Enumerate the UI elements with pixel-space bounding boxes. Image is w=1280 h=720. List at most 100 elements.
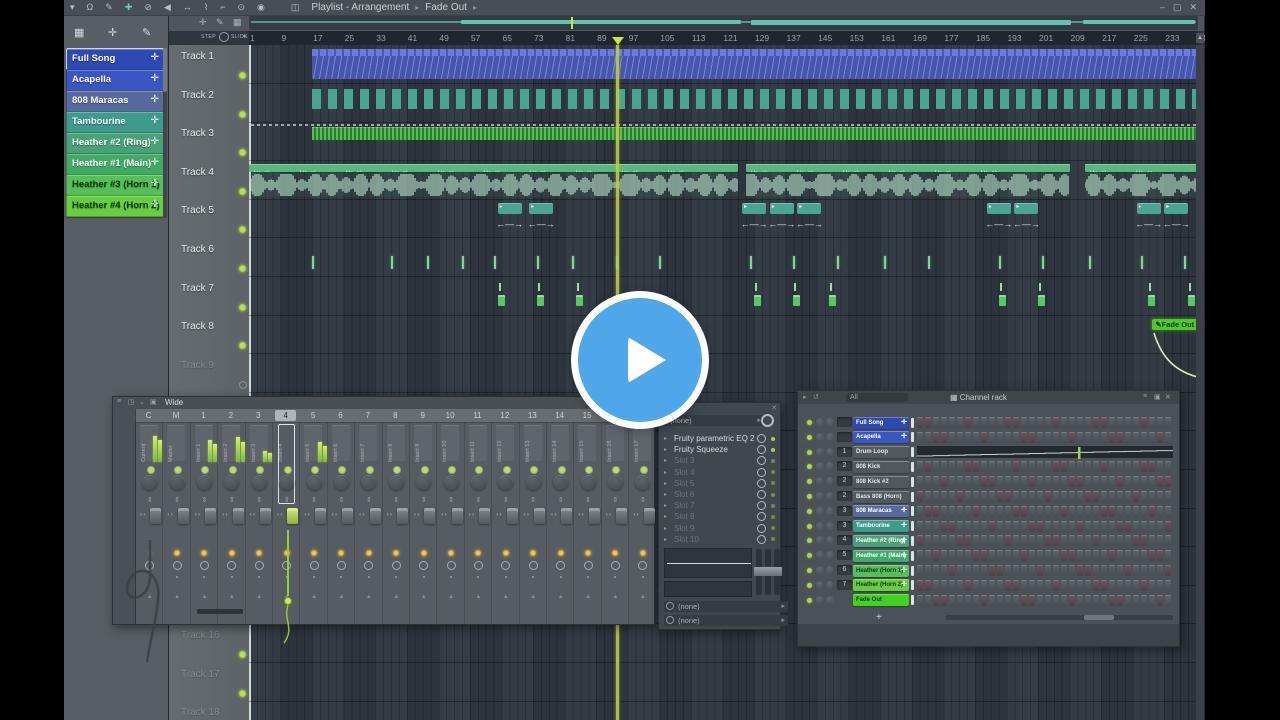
fx-dial[interactable] — [419, 561, 429, 570]
fx-dial[interactable] — [610, 561, 620, 570]
step-cell[interactable] — [933, 431, 939, 443]
step-cell[interactable] — [1045, 520, 1051, 532]
strip-led[interactable] — [283, 466, 292, 474]
track-label[interactable]: Track 3 — [181, 128, 214, 139]
wrench-icon[interactable]: ✚ — [119, 0, 139, 15]
step-cell[interactable] — [965, 417, 971, 428]
step-cell[interactable] — [1077, 417, 1083, 428]
step-cell[interactable] — [1085, 550, 1091, 562]
mixer-strip-7[interactable]: Insert 7 ⇕ ◖◗ ▲ — [354, 422, 382, 624]
step-cell[interactable] — [1117, 535, 1123, 547]
step-cell[interactable] — [1061, 520, 1067, 532]
mixer-channel-number[interactable]: 5 — [302, 410, 323, 421]
step-cell[interactable] — [965, 565, 971, 576]
channel-button[interactable]: Full Song ✛ — [853, 416, 909, 429]
step-cell[interactable] — [917, 535, 923, 547]
fx-slot-row[interactable]: ▸ Slot 10 — [661, 534, 780, 545]
step-cell[interactable] — [1037, 417, 1043, 428]
step-cell[interactable] — [1093, 565, 1099, 576]
step-cell[interactable] — [1101, 550, 1107, 562]
mixer-track-number[interactable]: 4 — [837, 535, 852, 546]
strip-pan-knob[interactable] — [553, 475, 569, 490]
step-cell[interactable] — [1053, 461, 1059, 473]
fx-slot-row[interactable]: ▸ Slot 3 — [661, 455, 780, 466]
midi-note-tick[interactable] — [793, 256, 796, 269]
fx-slot-led[interactable] — [771, 481, 775, 486]
step-cell[interactable] — [1021, 476, 1027, 488]
step-cell[interactable] — [925, 594, 931, 606]
step-cell[interactable] — [941, 461, 947, 473]
midi-note-tick[interactable] — [426, 256, 429, 269]
midi-note-clip[interactable] — [1148, 294, 1156, 306]
track-enable-led[interactable] — [239, 72, 246, 79]
step-cell[interactable] — [989, 520, 995, 532]
mixer-strip-11[interactable]: Insert 11 ⇕ ◖◗ ▲ — [463, 422, 492, 624]
step-cell[interactable] — [973, 461, 979, 473]
minimize-button[interactable]: – — [1160, 1, 1165, 14]
fx-dial[interactable] — [336, 561, 346, 570]
channel-button[interactable]: Acapella ✛ — [853, 431, 909, 444]
fx-slot-row[interactable]: ▸ Slot 5 — [661, 478, 780, 489]
pan-indicator-icon[interactable]: ◖◗ — [550, 512, 557, 518]
generator-dial[interactable] — [761, 414, 774, 427]
step-cell[interactable] — [949, 550, 955, 562]
fx-slot-knob[interactable] — [757, 490, 766, 499]
pan-indicator-icon[interactable]: ◖◗ — [523, 512, 530, 518]
strip-led[interactable] — [365, 466, 374, 474]
mute-led[interactable] — [639, 550, 646, 556]
volume-fader[interactable] — [506, 508, 518, 524]
step-cell[interactable] — [997, 461, 1003, 473]
audio-mini-clip[interactable]: ▸ — [1014, 203, 1039, 215]
channel-button[interactable]: Drum Loop — [853, 446, 909, 459]
channel-pan-knob[interactable] — [816, 595, 824, 604]
volume-fader[interactable] — [369, 508, 381, 524]
track-label[interactable]: Track 9 — [181, 360, 214, 371]
midi-note-tick[interactable] — [493, 256, 496, 269]
step-cell[interactable] — [1109, 550, 1115, 562]
fl-logo-icon[interactable]: Ω — [81, 0, 100, 15]
step-cell[interactable] — [1069, 476, 1075, 488]
breadcrumb-playlist[interactable]: Playlist - Arrangement — [311, 2, 409, 13]
channel-select-bar[interactable] — [911, 550, 914, 561]
mute-led[interactable] — [502, 550, 509, 556]
step-cell[interactable] — [1093, 461, 1099, 473]
step-cell[interactable] — [941, 520, 947, 532]
step-cell[interactable] — [925, 431, 931, 443]
step-cell[interactable] — [1029, 431, 1035, 443]
volume-fader[interactable] — [451, 508, 463, 524]
step-cell[interactable] — [997, 476, 1003, 488]
step-cell[interactable] — [997, 550, 1003, 562]
midi-note-clip[interactable] — [1038, 294, 1045, 306]
step-cell[interactable] — [1165, 579, 1171, 591]
fade-out-automation-label[interactable]: ✎Fade Out — [1152, 319, 1202, 331]
step-cell[interactable] — [941, 565, 947, 576]
step-cell[interactable] — [1141, 431, 1147, 443]
scroll-up-icon[interactable]: ▲ — [1196, 33, 1204, 43]
step-cell[interactable] — [1125, 594, 1131, 606]
audio-mini-clip[interactable]: ▸ — [497, 203, 522, 215]
step-cell[interactable] — [989, 417, 995, 428]
snap-magnet-icon[interactable]: ✛ — [199, 17, 207, 28]
step-cell[interactable] — [1013, 417, 1019, 428]
route-arrow-icon[interactable]: ▲ — [174, 594, 180, 600]
step-cell[interactable] — [917, 461, 923, 473]
volume-fader[interactable] — [588, 508, 600, 524]
fx-dial[interactable] — [364, 561, 374, 570]
step-cell[interactable] — [1109, 461, 1115, 473]
step-cell[interactable] — [1149, 417, 1155, 428]
step-cell[interactable] — [989, 476, 995, 488]
step-cell[interactable] — [1013, 520, 1019, 532]
step-cell[interactable] — [949, 565, 955, 576]
channel-mute-led[interactable] — [807, 479, 812, 485]
step-cell[interactable] — [917, 491, 923, 502]
pan-indicator-icon[interactable]: ◖◗ — [276, 512, 283, 518]
channel-select-bar[interactable] — [911, 476, 914, 487]
volume-fader[interactable] — [205, 508, 217, 524]
strip-pan-knob[interactable] — [224, 475, 240, 490]
midi-note-tick[interactable] — [836, 256, 839, 269]
playlist-vertical-scrollbar[interactable] — [1196, 45, 1204, 720]
mixer-mini-scrollbar[interactable] — [197, 609, 243, 614]
step-cell[interactable] — [1077, 505, 1083, 517]
step-cell[interactable] — [1061, 431, 1067, 443]
step-cell[interactable] — [1109, 594, 1115, 606]
